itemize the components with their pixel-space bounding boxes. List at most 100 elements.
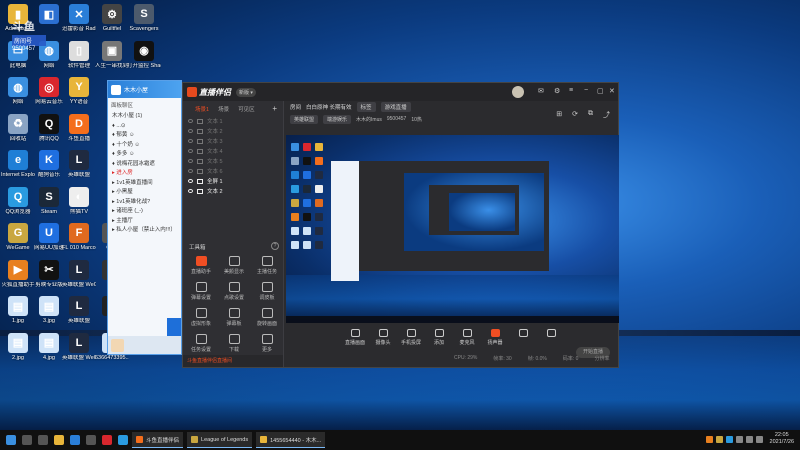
- chat-list-item[interactable]: ♦ 郁黄 ☺: [108, 131, 181, 141]
- visibility-eye-icon[interactable]: [188, 119, 193, 123]
- desktop-icon[interactable]: ▤ 1.jpg: [2, 296, 34, 324]
- search-icon[interactable]: [22, 435, 32, 445]
- desktop-icon[interactable]: L 英雄联盟: [63, 150, 95, 178]
- minimize-icon[interactable]: −: [584, 87, 588, 94]
- toolbox-tool[interactable]: 弹幕设置: [185, 282, 217, 301]
- desktop-icon[interactable]: U 网易UU加速: [33, 223, 65, 251]
- desktop-icon[interactable]: S Scavengers: [128, 4, 160, 32]
- taskbar-window-button[interactable]: 1455654440 - 木木...: [256, 432, 326, 448]
- tab-scene-1[interactable]: 场景1: [195, 105, 209, 113]
- monitor-icon[interactable]: [86, 435, 96, 445]
- control-button[interactable]: 添加: [428, 329, 450, 346]
- toolbox-tool[interactable]: 点歌设置: [218, 282, 250, 301]
- avatar[interactable]: [111, 338, 124, 352]
- desktop-icon[interactable]: ▯ 软件管理: [63, 40, 95, 69]
- toolbox-tool[interactable]: 下载: [218, 334, 250, 353]
- desktop-icon[interactable]: ◉打开监控 Shadowing...: [127, 40, 161, 69]
- edge-icon[interactable]: [70, 435, 80, 445]
- chat-list-item[interactable]: ▸ 小黑屋: [108, 188, 181, 198]
- toolbox-tool[interactable]: 美颜显示: [218, 256, 250, 275]
- control-button[interactable]: 麦克风: [456, 329, 478, 346]
- source-row[interactable]: 文本 2: [183, 186, 283, 196]
- desktop-icon[interactable]: ▶ 火狐直播助手: [2, 259, 35, 288]
- desktop-icon[interactable]: K 酷狗音乐: [33, 150, 65, 178]
- source-row[interactable]: 文本 6: [183, 166, 283, 176]
- visibility-eye-icon[interactable]: [188, 139, 193, 143]
- taskbar-window-button[interactable]: 斗鱼直播伴侣: [132, 432, 184, 448]
- sidebar-footer-notice[interactable]: 斗鱼直播伴侣直播间: [183, 355, 283, 367]
- visibility-eye-icon[interactable]: [188, 189, 193, 193]
- chat-list-item[interactable]: ♦ 说梅花园冰霜遮: [108, 160, 181, 170]
- desktop-icon[interactable]: G WeGame: [2, 223, 34, 251]
- desktop-icon[interactable]: L英雄联盟 WeGame版: [62, 332, 96, 361]
- chat-list-item[interactable]: ♦ 十个奶 ☺: [108, 141, 181, 151]
- maximize-icon[interactable]: ▢: [597, 87, 604, 95]
- toolbox-tool[interactable]: 弹幕板: [218, 308, 250, 327]
- desktop-icon[interactable]: ◐ 熊猫TV: [63, 186, 95, 215]
- chat-list-item[interactable]: ▸ 1v1英雄直播间: [108, 179, 181, 189]
- version-badge[interactable]: 新版 ▾: [236, 87, 256, 97]
- desktop-icon[interactable]: F FL 010 Marco Roma: [62, 223, 96, 251]
- desktop-icon[interactable]: Y YY语音: [63, 77, 95, 105]
- visibility-eye-icon[interactable]: [188, 179, 193, 183]
- clock[interactable]: 22:05 2021/7/26: [770, 432, 794, 446]
- volume-icon[interactable]: [745, 435, 753, 443]
- ime-icon[interactable]: [755, 435, 763, 443]
- desktop-icon[interactable]: Q 腾讯QQ: [33, 113, 65, 142]
- file-explorer-icon[interactable]: [54, 435, 64, 445]
- task-view-icon[interactable]: [38, 435, 48, 445]
- network-icon[interactable]: [735, 435, 743, 443]
- game-sub-label[interactable]: 端游娱乐: [323, 114, 352, 124]
- desktop-icon[interactable]: ▣人生一串找到 Rocket Tw...: [95, 40, 129, 69]
- source-row[interactable]: 文本 1: [183, 116, 283, 126]
- chat-list-item[interactable]: ▸ 诸班座 (_-): [108, 207, 181, 217]
- netease-music-icon[interactable]: [102, 435, 112, 445]
- source-row[interactable]: 文本 2: [183, 126, 283, 136]
- qq-icon[interactable]: [118, 435, 128, 445]
- desktop-icon[interactable]: ✂ 剪映专业版: [33, 259, 65, 288]
- refresh-icon[interactable]: ⟳: [572, 110, 578, 120]
- toolbox-help-icon[interactable]: ?: [271, 242, 279, 250]
- room-category[interactable]: 游戏直播: [380, 102, 411, 112]
- desktop-icon[interactable]: ✕ 迅雷影音 Radio: [62, 4, 96, 32]
- desktop-icon[interactable]: ▤ 4.jpg: [33, 332, 65, 361]
- windows-start-icon[interactable]: [6, 435, 16, 445]
- desktop-icon[interactable]: ◍ 网络: [2, 77, 34, 105]
- toolbox-tool[interactable]: 任务设置: [185, 334, 217, 353]
- menu-icon[interactable]: ≡: [569, 87, 573, 94]
- chat-list-item[interactable]: ♦ ...⊙: [108, 122, 181, 132]
- visibility-eye-icon[interactable]: [188, 169, 193, 173]
- toolbox-tool[interactable]: 更多: [251, 334, 283, 353]
- source-row[interactable]: 文本 5: [183, 156, 283, 166]
- desktop-icon[interactable]: S Steam: [33, 186, 65, 215]
- source-row[interactable]: 文本 3: [183, 136, 283, 146]
- toolbox-tool[interactable]: 直播助手: [185, 256, 217, 275]
- source-row[interactable]: 全屏 1: [183, 176, 283, 186]
- layout-icon[interactable]: ⊞: [556, 110, 562, 120]
- tray-game-icon[interactable]: [715, 435, 723, 443]
- control-button[interactable]: 直播画面: [344, 329, 366, 346]
- toolbox-tool[interactable]: 主播任务: [251, 256, 283, 275]
- tray-qq-icon[interactable]: [725, 435, 733, 443]
- add-scene-button[interactable]: +: [272, 104, 277, 113]
- group-chat-window[interactable]: 木木小屋 面板聊区 木木小屋 (1) ♦ ...⊙ ♦ 郁黄 ☺ ♦ 十个奶 ☺ ♦ 多…: [107, 80, 182, 355]
- desktop-icon[interactable]: e Internet Explorer: [1, 150, 35, 178]
- visibility-eye-icon[interactable]: [188, 149, 193, 153]
- chat-list-item[interactable]: ▸ 进入房: [108, 169, 181, 179]
- desktop-icon[interactable]: D 斗鱼直播: [63, 113, 95, 142]
- visibility-eye-icon[interactable]: [188, 159, 193, 163]
- toolbox-tool[interactable]: 虚拟形象: [185, 308, 217, 327]
- toolbox-tool[interactable]: 旋转画面: [251, 308, 283, 327]
- mail-icon[interactable]: ✉: [538, 87, 544, 95]
- tab-visible[interactable]: 可见区: [238, 105, 255, 113]
- desktop-icon[interactable]: ▤ 2.jpg: [2, 332, 34, 361]
- visibility-eye-icon[interactable]: [188, 129, 193, 133]
- toolbox-tool[interactable]: 调皮板: [251, 282, 283, 301]
- chat-list-item[interactable]: ▸ 1v1英雄化战?: [108, 198, 181, 208]
- control-button[interactable]: 扬声器: [484, 329, 506, 346]
- pip-icon[interactable]: ⧉: [588, 110, 593, 120]
- room-tag[interactable]: 标签: [356, 102, 376, 112]
- share-icon[interactable]: ⤴: [603, 110, 610, 120]
- desktop-icon[interactable]: ▤ 3.jpg: [33, 296, 65, 324]
- desktop-icon[interactable]: L英雄联盟 WeGame版: [62, 259, 96, 288]
